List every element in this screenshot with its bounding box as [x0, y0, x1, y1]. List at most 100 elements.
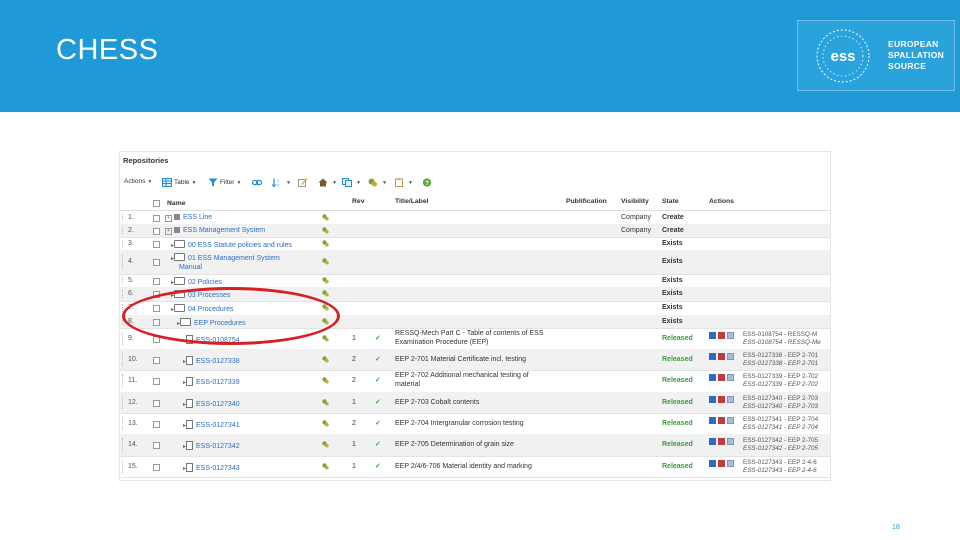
- drag-handle-icon[interactable]: [122, 226, 125, 235]
- help-button[interactable]: ?: [422, 178, 434, 187]
- drag-handle-icon[interactable]: [122, 289, 125, 299]
- check-icon: ✓: [375, 441, 381, 448]
- item-link[interactable]: ESS-0127343: [196, 465, 240, 472]
- document-preview-icon[interactable]: [727, 374, 734, 381]
- download-pdf-icon[interactable]: [718, 331, 725, 339]
- actions-menu[interactable]: Actions ▼: [124, 178, 152, 185]
- column-header-publification[interactable]: Publification: [566, 198, 607, 205]
- column-header-state[interactable]: State: [662, 198, 679, 205]
- download-pdf-icon[interactable]: [718, 352, 725, 360]
- column-header-title[interactable]: Title/Label: [395, 198, 429, 205]
- table-row[interactable]: 4. ▸ 01 ESS Management System Manual Exists: [120, 250, 830, 275]
- row-checkbox[interactable]: [153, 420, 160, 430]
- item-link[interactable]: ESS Line: [183, 214, 212, 221]
- row-checkbox[interactable]: [153, 463, 160, 473]
- item-link[interactable]: 01 ESS Management System: [188, 255, 280, 262]
- row-checkbox[interactable]: [153, 227, 160, 237]
- column-header-rev[interactable]: Rev: [352, 198, 364, 205]
- table-row[interactable]: 2. + ESS Management System Company Create: [120, 224, 830, 238]
- column-header-visibility[interactable]: Visibility: [621, 198, 649, 205]
- feed-icon[interactable]: [709, 352, 716, 360]
- item-link-continued[interactable]: Manual: [179, 264, 202, 271]
- row-checkbox[interactable]: [153, 240, 160, 250]
- row-checkbox[interactable]: [153, 277, 160, 287]
- svg-text:2: 2: [277, 183, 280, 188]
- download-pdf-icon[interactable]: [718, 438, 725, 445]
- table-row[interactable]: 12. ▸ ESS-0127340 1 ✓ EEP 2-703 Cobalt conten…: [120, 392, 830, 414]
- filter-menu[interactable]: Filter ▼: [208, 178, 241, 187]
- row-checkbox[interactable]: [153, 442, 160, 451]
- item-link[interactable]: ESS-0127341: [196, 422, 240, 429]
- row-checkbox[interactable]: [153, 214, 160, 224]
- check-icon: ✓: [375, 419, 381, 427]
- item-link[interactable]: ESS Management System: [183, 227, 265, 234]
- column-header-actions[interactable]: Actions: [709, 198, 734, 205]
- item-link[interactable]: 00 ESS Statute policies and rules: [188, 242, 292, 249]
- item-link[interactable]: ESS-0127340: [196, 401, 240, 408]
- drag-handle-icon[interactable]: [122, 332, 125, 345]
- edit-button[interactable]: [298, 178, 310, 187]
- document-preview-icon[interactable]: [727, 438, 734, 445]
- sort-button[interactable]: 1 2 ▼: [272, 178, 291, 187]
- row-checkbox[interactable]: [153, 356, 160, 366]
- table-row[interactable]: 14. ▸ ESS-0127342 1 ✓ EEP 2-705 Determination…: [120, 434, 830, 457]
- row-checkbox[interactable]: [153, 399, 160, 409]
- download-pdf-icon[interactable]: [718, 395, 725, 403]
- chevron-down-icon: ▼: [356, 179, 361, 186]
- row-checkbox[interactable]: [153, 378, 160, 387]
- table-row[interactable]: 13. ▸ ESS-0127341 2 ✓ EEP 2-704 Intergranular…: [120, 413, 830, 435]
- item-link[interactable]: 02 Policies: [188, 279, 222, 286]
- repository-icon: [174, 226, 180, 233]
- row-name-cell: + ESS Line: [165, 213, 212, 222]
- document-preview-icon[interactable]: [727, 331, 734, 339]
- document-preview-icon[interactable]: [727, 459, 734, 467]
- row-number: 15.: [128, 462, 138, 470]
- drag-handle-icon[interactable]: [122, 276, 125, 285]
- drag-handle-icon[interactable]: [122, 396, 125, 409]
- logo-line-2: SPALLATION: [888, 50, 945, 60]
- feed-icon[interactable]: [709, 416, 716, 424]
- table-row[interactable]: 5. ▸ 02 Policies Exists: [120, 274, 830, 288]
- download-pdf-icon[interactable]: [718, 416, 725, 424]
- expand-icon[interactable]: +: [165, 214, 172, 222]
- table-row[interactable]: 11. ▸ ESS-0127339 2 ✓ EEP 2-702 Additional me…: [120, 370, 830, 393]
- drag-handle-icon[interactable]: [122, 254, 125, 270]
- state-value: Released: [662, 398, 693, 406]
- table-row[interactable]: 10. ▸ ESS-0127338 2 ✓ EEP 2-701 Material Cert…: [120, 349, 830, 371]
- table-view-menu[interactable]: Table ▼: [162, 178, 197, 187]
- row-name-cell: ▸ 02 Policies: [171, 276, 222, 286]
- feed-icon[interactable]: [709, 438, 716, 445]
- feed-icon[interactable]: [709, 395, 716, 403]
- title-label: EEP 2-704 Intergranular corrosion testin…: [395, 419, 524, 427]
- document-preview-icon[interactable]: [727, 395, 734, 403]
- expand-icon[interactable]: +: [165, 227, 172, 235]
- document-preview-icon[interactable]: [727, 352, 734, 360]
- document-icon: [186, 377, 194, 386]
- link-button[interactable]: [252, 178, 264, 187]
- home-menu[interactable]: ▼: [318, 178, 337, 187]
- item-link[interactable]: ESS-0127342: [196, 443, 240, 450]
- copy-menu[interactable]: ▼: [342, 178, 361, 187]
- drag-handle-icon[interactable]: [122, 417, 125, 430]
- document-preview-icon[interactable]: [727, 416, 734, 424]
- table-row[interactable]: 3. ▸ 00 ESS Statute policies and rules Exis…: [120, 237, 830, 251]
- folder-icon: [174, 239, 186, 248]
- drag-handle-icon[interactable]: [122, 438, 125, 452]
- item-link[interactable]: ESS-0127338: [196, 358, 240, 365]
- feed-icon[interactable]: [709, 331, 716, 339]
- download-pdf-icon[interactable]: [718, 374, 725, 381]
- clipboard-menu[interactable]: ▼: [394, 178, 413, 187]
- drag-handle-icon[interactable]: [122, 213, 125, 222]
- drag-handle-icon[interactable]: [122, 353, 125, 366]
- feed-icon[interactable]: [709, 374, 716, 381]
- item-link[interactable]: ESS-0127339: [196, 379, 240, 386]
- table-row[interactable]: 15. ▸ ESS-0127343 1 ✓ EEP 2/4/6-706 Material …: [120, 456, 830, 478]
- feed-icon[interactable]: [709, 459, 716, 467]
- download-pdf-icon[interactable]: [718, 459, 725, 467]
- drag-handle-icon[interactable]: [122, 460, 125, 473]
- drag-handle-icon[interactable]: [122, 239, 125, 248]
- row-checkbox[interactable]: [153, 259, 160, 268]
- drag-handle-icon[interactable]: [122, 374, 125, 388]
- tag-menu[interactable]: ▼: [368, 178, 387, 187]
- table-row[interactable]: 1. + ESS Line Company Create: [120, 211, 830, 225]
